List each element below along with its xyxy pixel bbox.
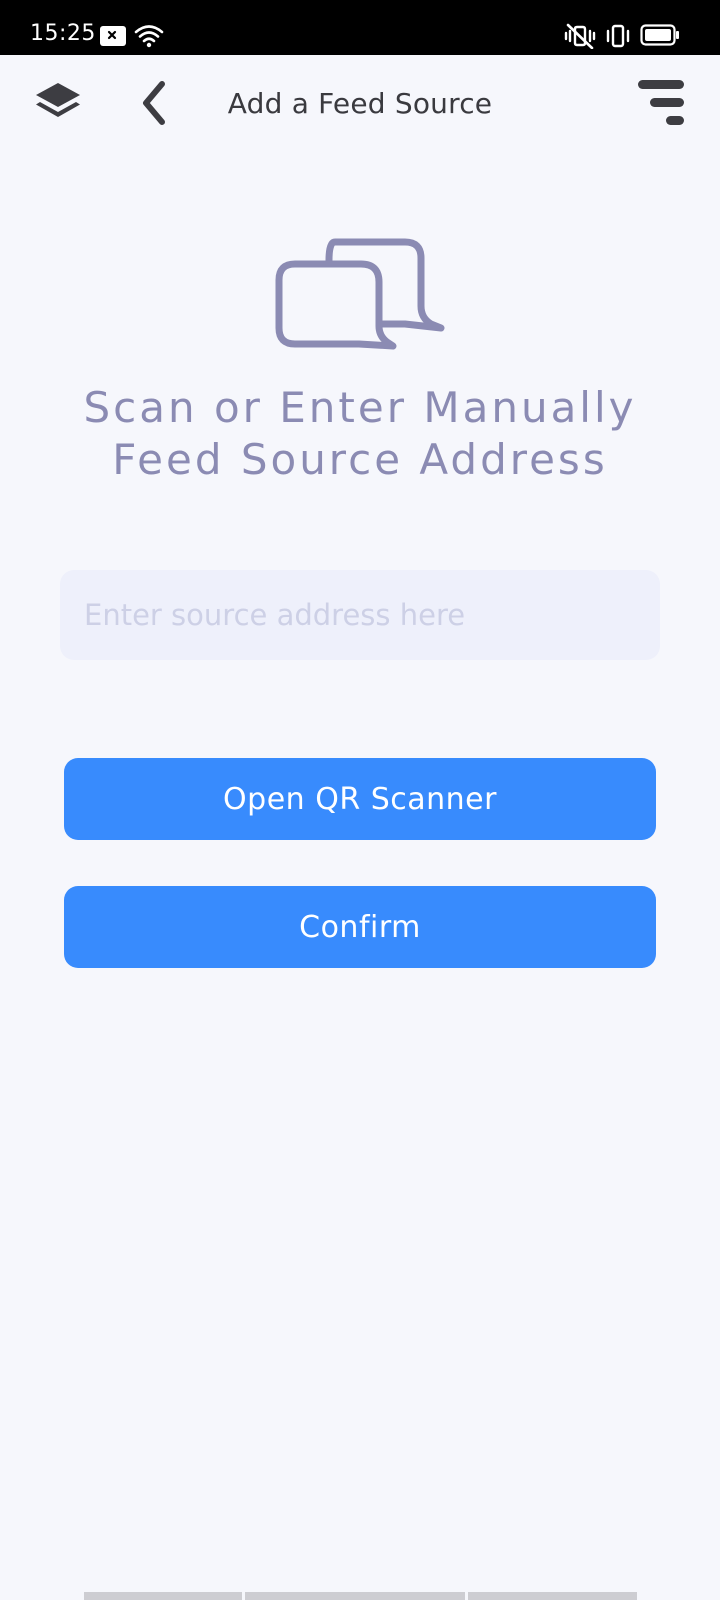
back-arrow-icon[interactable] (138, 80, 170, 126)
open-qr-scanner-button[interactable]: Open QR Scanner (64, 758, 656, 840)
confirm-button[interactable]: Confirm (64, 886, 656, 968)
page-title: Add a Feed Source (227, 87, 493, 120)
mute-vibrate-icon (564, 23, 596, 49)
hero-heading-line2: Feed Source Address (112, 435, 608, 484)
notification-icon (100, 26, 126, 46)
nav-segment-center[interactable] (245, 1592, 465, 1600)
filter-menu-icon[interactable] (636, 78, 686, 130)
chat-bubbles-icon (275, 238, 445, 350)
status-time: 15:25 (30, 21, 96, 46)
hero-heading: Scan or Enter Manually Feed Source Addre… (40, 382, 680, 486)
source-address-input[interactable] (60, 570, 660, 660)
nav-segment-left[interactable] (84, 1592, 242, 1600)
system-navigation-bar (84, 1592, 637, 1600)
battery-icon (640, 24, 679, 46)
layers-icon[interactable] (34, 81, 82, 123)
hero-heading-line1: Scan or Enter Manually (83, 383, 637, 432)
wifi-icon (134, 25, 164, 48)
vibrate-icon (606, 24, 630, 48)
status-bar: 15:25 (0, 0, 720, 55)
nav-segment-right[interactable] (468, 1592, 637, 1600)
